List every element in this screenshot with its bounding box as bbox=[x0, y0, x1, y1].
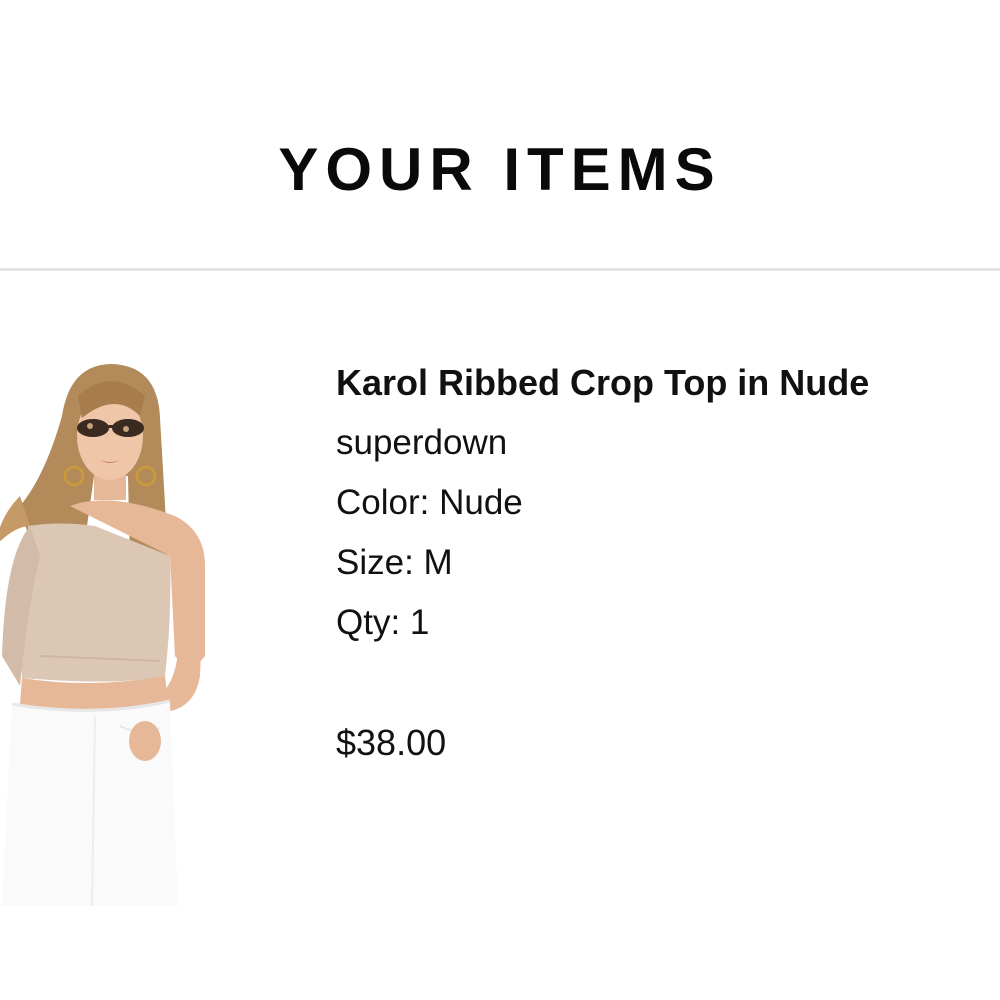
product-brand: superdown bbox=[336, 423, 508, 462]
product-photo bbox=[0, 356, 230, 906]
product-quantity: Qty: 1 bbox=[336, 603, 430, 642]
product-price: $38.00 bbox=[336, 722, 447, 763]
product-color: Color: Nude bbox=[336, 483, 523, 522]
order-page: YOUR ITEMS Karol Ribbed Crop Top in Nude… bbox=[0, 0, 1000, 1000]
product-size: Size: M bbox=[336, 543, 453, 582]
page-header: YOUR ITEMS bbox=[0, 0, 1000, 268]
item-details: Karol Ribbed Crop Top in Nude superdown … bbox=[336, 359, 976, 803]
product-image[interactable] bbox=[0, 356, 230, 906]
product-name[interactable]: Karol Ribbed Crop Top in Nude bbox=[336, 359, 976, 407]
page-title: YOUR ITEMS bbox=[278, 136, 722, 203]
cart-item: Karol Ribbed Crop Top in Nude superdown … bbox=[0, 271, 1000, 1000]
